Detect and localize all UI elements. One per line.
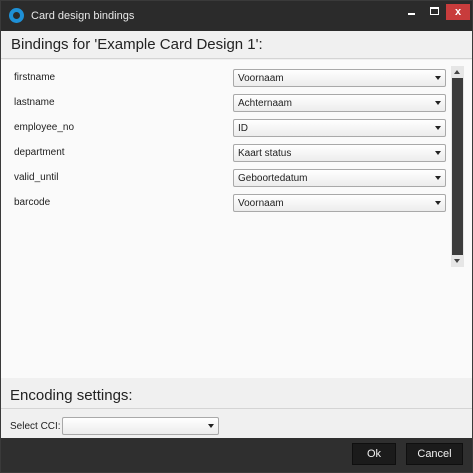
maximize-icon <box>430 7 439 15</box>
encoding-settings-title: Encoding settings: <box>10 387 133 404</box>
chevron-down-icon <box>208 424 214 428</box>
select-value: ID <box>238 123 248 134</box>
cancel-button[interactable]: Cancel <box>406 443 463 465</box>
chevron-down-icon <box>435 126 441 130</box>
close-button[interactable]: x <box>446 4 470 20</box>
chevron-down-icon <box>435 101 441 105</box>
app-logo-icon <box>9 8 24 23</box>
select-value: Voornaam <box>238 198 284 209</box>
binding-field-label: lastname <box>14 97 55 108</box>
binding-row-valid-until: valid_until Geboortedatum <box>1 168 449 193</box>
binding-field-label: barcode <box>14 197 51 208</box>
binding-field-label: valid_until <box>14 172 59 183</box>
title-bar[interactable]: Card design bindings x <box>1 1 472 31</box>
card-design-bindings-dialog: Card design bindings x Bindings for 'Exa… <box>0 0 473 473</box>
scrollbar-thumb[interactable] <box>452 78 463 255</box>
select-value: Voornaam <box>238 73 284 84</box>
chevron-down-icon <box>435 201 441 205</box>
divider <box>1 408 472 409</box>
binding-row-department: department Kaart status <box>1 143 449 168</box>
chevron-down-icon <box>435 176 441 180</box>
binding-row-barcode: barcode Voornaam <box>1 193 449 218</box>
select-value: Geboortedatum <box>238 173 308 184</box>
window-title: Card design bindings <box>31 10 135 22</box>
binding-value-select[interactable]: Voornaam <box>233 69 446 87</box>
binding-value-select[interactable]: Achternaam <box>233 94 446 112</box>
chevron-down-icon <box>435 76 441 80</box>
bindings-list: firstname Voornaam lastname Achternaam e… <box>1 60 472 378</box>
binding-row-lastname: lastname Achternaam <box>1 93 449 118</box>
binding-value-select[interactable]: Geboortedatum <box>233 169 446 187</box>
scroll-down-arrow-icon[interactable] <box>451 255 464 267</box>
dialog-footer: Ok Cancel <box>1 438 472 472</box>
binding-value-select[interactable]: Voornaam <box>233 194 446 212</box>
encoding-settings-section: Encoding settings: Select CCI: <box>1 378 472 438</box>
page-title: Bindings for 'Example Card Design 1': <box>11 36 263 53</box>
binding-row-firstname: firstname Voornaam <box>1 68 449 93</box>
binding-field-label: firstname <box>14 72 56 83</box>
minimize-button[interactable] <box>403 4 421 20</box>
minimize-icon <box>408 13 415 15</box>
select-value: Kaart status <box>238 148 292 159</box>
binding-value-select[interactable]: Kaart status <box>233 144 446 162</box>
cci-select[interactable] <box>62 417 219 435</box>
binding-field-label: employee_no <box>14 122 75 133</box>
bindings-scrollbar[interactable] <box>451 66 464 267</box>
binding-field-label: department <box>14 147 65 158</box>
binding-value-select[interactable]: ID <box>233 119 446 137</box>
chevron-down-icon <box>435 151 441 155</box>
select-cci-label: Select CCI: <box>10 421 61 432</box>
maximize-button[interactable] <box>426 4 444 20</box>
scroll-up-arrow-icon[interactable] <box>451 66 464 78</box>
select-value: Achternaam <box>238 98 292 109</box>
ok-button[interactable]: Ok <box>352 443 396 465</box>
binding-row-employee-no: employee_no ID <box>1 118 449 143</box>
bindings-header: Bindings for 'Example Card Design 1': <box>1 31 472 59</box>
